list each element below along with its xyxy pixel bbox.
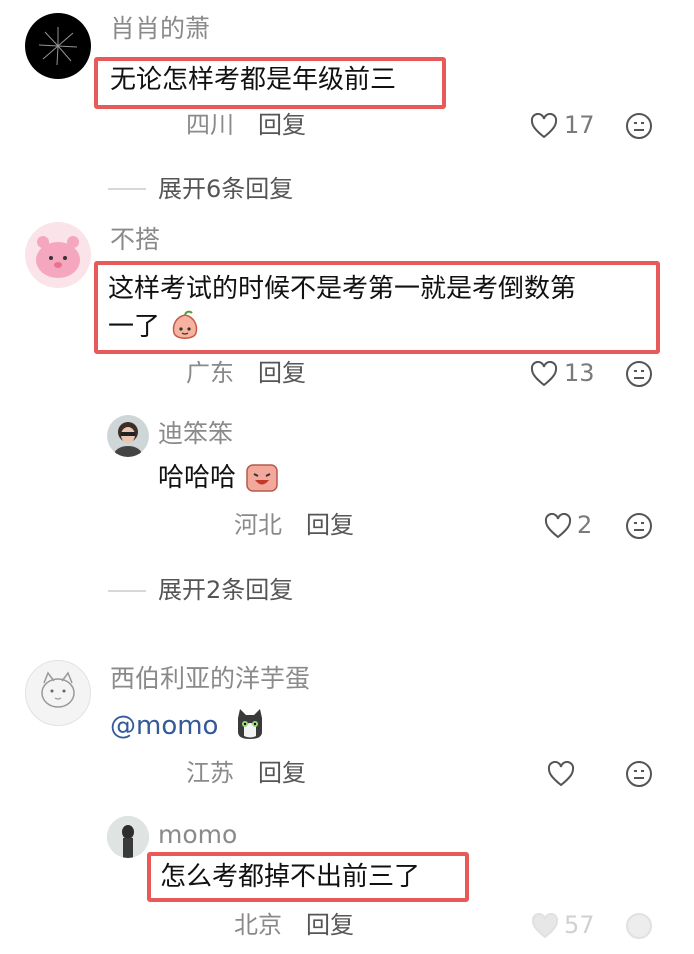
pink-bear-avatar-icon [36, 236, 80, 278]
reply-author[interactable]: 迪笨笨 [158, 419, 233, 449]
reply-location: 北京 [234, 911, 282, 939]
comment-author[interactable]: 肖肖的萧 [110, 14, 210, 44]
comment-location: 江苏 [186, 759, 234, 787]
emoji-react-icon[interactable] [625, 512, 653, 540]
heart-icon[interactable] [531, 913, 559, 939]
cat-sketch-avatar-icon [41, 671, 75, 708]
comment-location: 广东 [186, 359, 234, 387]
like-count: 57 [564, 911, 595, 939]
heart-icon[interactable] [530, 113, 558, 139]
expand-replies-button[interactable]: 展开2条回复 [158, 575, 293, 605]
reply-text: 哈哈哈 [158, 463, 237, 493]
person-avatar-icon [114, 422, 142, 457]
reply-author[interactable]: momo [158, 820, 237, 850]
laughing-emoji-icon [246, 464, 278, 492]
like-count: 13 [564, 359, 595, 387]
comment-text-line: 一了 [108, 312, 161, 342]
emoji-react-icon[interactable] [625, 760, 653, 788]
reply-button[interactable]: 回复 [306, 510, 354, 540]
reply-button[interactable]: 回复 [306, 910, 354, 940]
reply-text: 怎么考都掉不出前三了 [160, 862, 421, 892]
peach-emoji-icon [172, 310, 198, 339]
like-count: 17 [564, 111, 595, 139]
expand-divider [108, 188, 146, 190]
reply-button[interactable]: 回复 [258, 358, 306, 388]
avatar[interactable] [25, 13, 91, 79]
comment-location: 四川 [186, 111, 234, 139]
emoji-react-icon[interactable] [625, 912, 653, 940]
firework-avatar-icon [38, 27, 78, 66]
avatar[interactable] [107, 816, 149, 858]
heart-icon[interactable] [544, 513, 572, 539]
expand-divider [108, 590, 146, 592]
cat-emoji-icon [238, 709, 262, 739]
emoji-react-icon[interactable] [625, 112, 653, 140]
expand-replies-button[interactable]: 展开6条回复 [158, 174, 293, 204]
heart-icon[interactable] [547, 761, 575, 787]
reply-button[interactable]: 回复 [258, 110, 306, 140]
comment-text: 无论怎样考都是年级前三 [110, 65, 397, 95]
like-count: 2 [577, 511, 593, 539]
comment-author[interactable]: 不搭 [110, 225, 160, 255]
mention-link[interactable]: @momo [110, 710, 218, 742]
reply-button[interactable]: 回复 [258, 758, 306, 788]
avatar[interactable] [25, 660, 91, 726]
comment-author[interactable]: 西伯利亚的洋芋蛋 [110, 664, 310, 694]
person-avatar-icon [107, 816, 149, 858]
heart-icon[interactable] [530, 361, 558, 387]
comment-text-line: 这样考试的时候不是考第一就是考倒数第 [108, 274, 577, 304]
emoji-react-icon[interactable] [625, 360, 653, 388]
reply-location: 河北 [234, 511, 282, 539]
avatar[interactable] [107, 415, 149, 457]
avatar[interactable] [25, 222, 91, 288]
